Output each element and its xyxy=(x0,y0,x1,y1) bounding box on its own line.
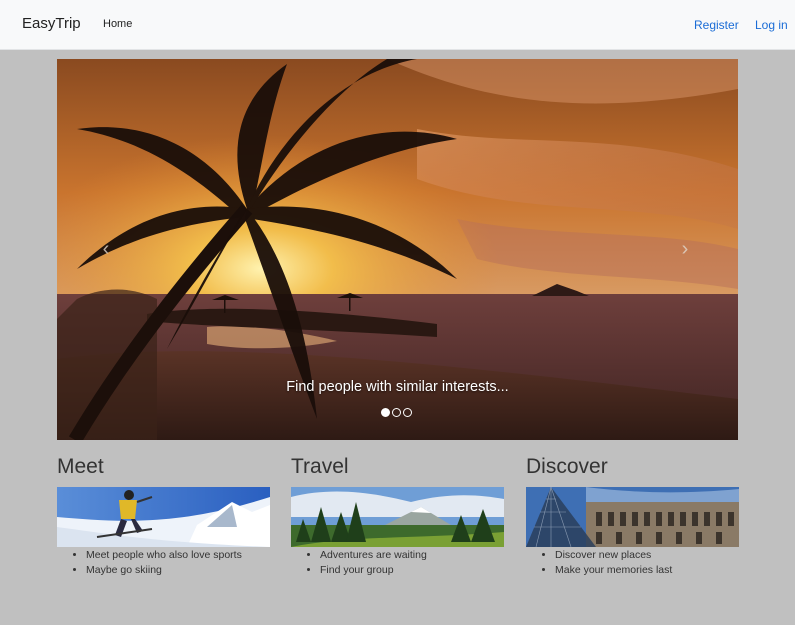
carousel-next-icon[interactable]: › xyxy=(678,237,692,261)
navbar: EasyTrip Home Register Log in xyxy=(0,0,795,50)
carousel-indicator[interactable] xyxy=(392,408,401,417)
list-item: Meet people who also love sports xyxy=(86,548,270,563)
carousel-caption: Find people with similar interests... xyxy=(286,379,509,395)
list-item: Adventures are waiting xyxy=(320,548,504,563)
carousel-indicators xyxy=(381,408,412,417)
feature-image-skiing xyxy=(57,487,270,547)
feature-list: Adventures are waiting Find your group xyxy=(291,548,504,578)
feature-image-louvre xyxy=(526,487,739,547)
nav-home-link[interactable]: Home xyxy=(103,18,132,30)
list-item: Maybe go skiing xyxy=(86,563,270,578)
feature-title: Discover xyxy=(526,455,608,478)
list-item: Find your group xyxy=(320,563,504,578)
carousel-indicator[interactable] xyxy=(403,408,412,417)
feature-meet: Meet Meet people who also love xyxy=(57,455,270,578)
brand-link[interactable]: EasyTrip xyxy=(22,15,81,32)
list-item: Make your memories last xyxy=(555,563,739,578)
feature-list: Meet people who also love sports Maybe g… xyxy=(57,548,270,578)
register-link[interactable]: Register xyxy=(694,18,739,32)
login-link[interactable]: Log in xyxy=(755,18,788,32)
feature-list: Discover new places Make your memories l… xyxy=(526,548,739,578)
feature-title: Travel xyxy=(291,455,349,478)
list-item: Discover new places xyxy=(555,548,739,563)
feature-travel: Travel Adventures are waiting Find your … xyxy=(291,455,504,578)
feature-discover: Discover Disc xyxy=(526,455,739,578)
hero-carousel: ‹ › Find people with similar interests..… xyxy=(57,59,738,440)
feature-title: Meet xyxy=(57,455,104,478)
carousel-indicator[interactable] xyxy=(381,408,390,417)
feature-image-mountains xyxy=(291,487,504,547)
carousel-prev-icon[interactable]: ‹ xyxy=(99,237,113,261)
